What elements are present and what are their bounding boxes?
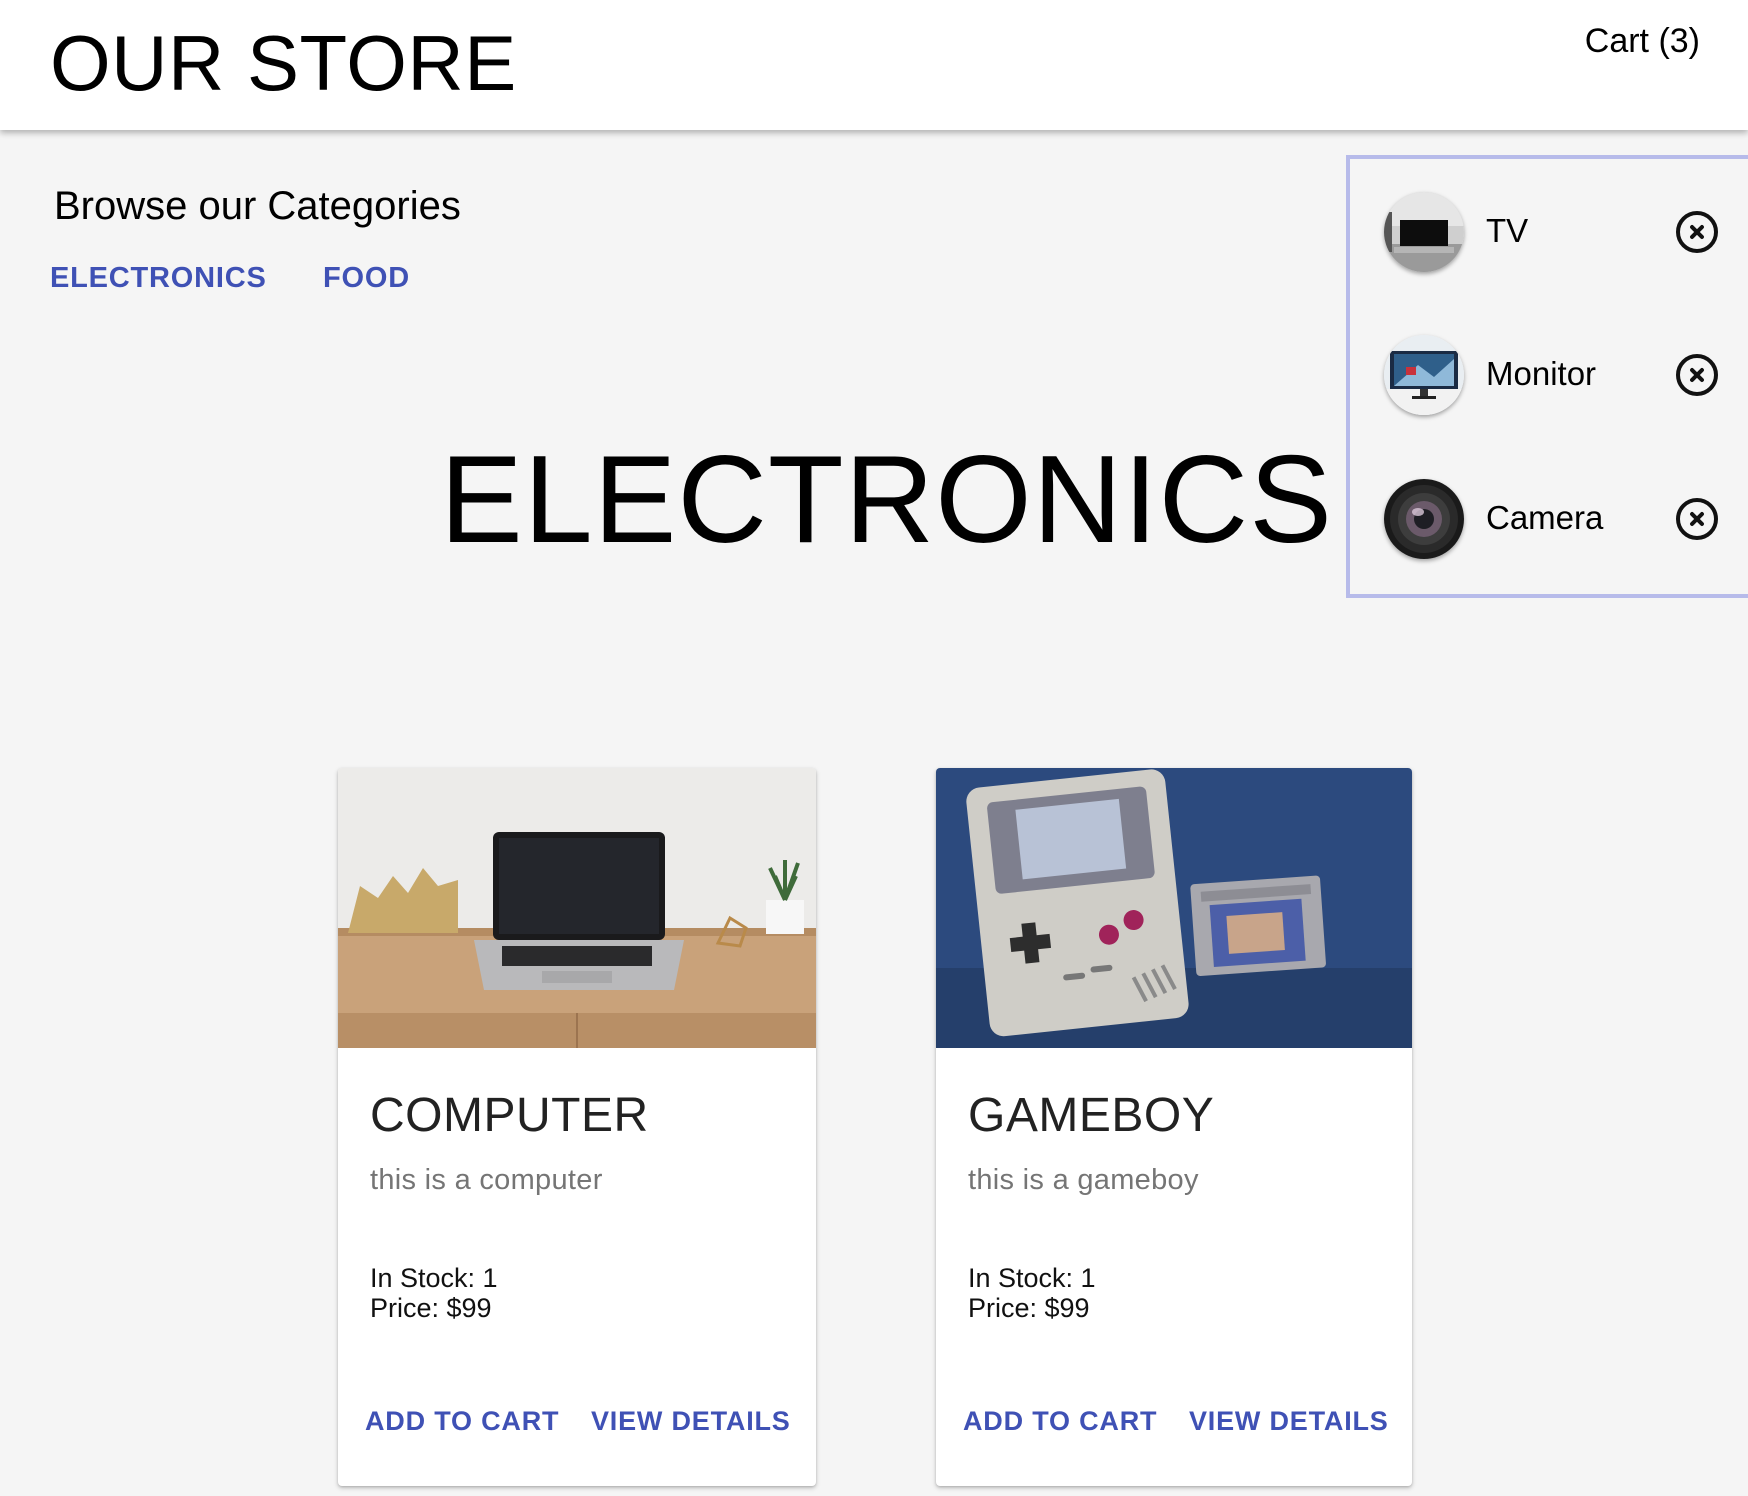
add-to-cart-button[interactable]: ADD TO CART (963, 1404, 1157, 1438)
add-to-cart-button[interactable]: ADD TO CART (365, 1404, 559, 1438)
product-description: this is a computer (370, 1164, 603, 1196)
cart-button[interactable]: Cart (3) (1585, 20, 1700, 62)
browse-categories-heading: Browse our Categories (54, 184, 461, 228)
camera-lens-thumbnail-icon (1384, 479, 1464, 559)
section-title: ELECTRONICS (440, 431, 1333, 569)
product-price: Price: $99 (370, 1293, 492, 1323)
product-stock: In Stock: 1 (968, 1263, 1096, 1293)
monitor-thumbnail-icon (1384, 335, 1464, 415)
remove-camera-close-icon[interactable] (1676, 498, 1718, 540)
cart-item-tv: TV (1350, 192, 1748, 292)
product-description: this is a gameboy (968, 1164, 1199, 1196)
cart-item-monitor: Monitor (1350, 335, 1748, 435)
cart-item-name: Monitor (1486, 355, 1597, 392)
cart-item-camera: Camera (1350, 479, 1748, 579)
store-title: OUR STORE (50, 19, 517, 107)
app-header: OUR STORE Cart (3) (0, 0, 1748, 130)
tv-thumbnail-icon (1384, 192, 1464, 272)
category-link-electronics[interactable]: ELECTRONICS (50, 260, 267, 296)
product-title: COMPUTER (370, 1089, 649, 1142)
remove-monitor-close-icon[interactable] (1676, 354, 1718, 396)
cart-dropdown: TV Monitor Camera (1346, 155, 1748, 598)
product-card-computer: COMPUTER this is a computer In Stock: 1 … (338, 768, 816, 1486)
remove-tv-close-icon[interactable] (1676, 211, 1718, 253)
view-details-button[interactable]: VIEW DETAILS (1189, 1404, 1389, 1438)
product-title: GAMEBOY (968, 1089, 1215, 1142)
product-stock: In Stock: 1 (370, 1263, 498, 1293)
product-price: Price: $99 (968, 1293, 1090, 1323)
computer-product-image (338, 768, 816, 1048)
category-link-food[interactable]: FOOD (323, 260, 410, 296)
cart-item-name: TV (1486, 212, 1529, 249)
view-details-button[interactable]: VIEW DETAILS (591, 1404, 791, 1438)
gameboy-product-image (936, 768, 1412, 1048)
cart-item-name: Camera (1486, 499, 1604, 536)
product-card-gameboy: GAMEBOY this is a gameboy In Stock: 1 Pr… (936, 768, 1412, 1486)
